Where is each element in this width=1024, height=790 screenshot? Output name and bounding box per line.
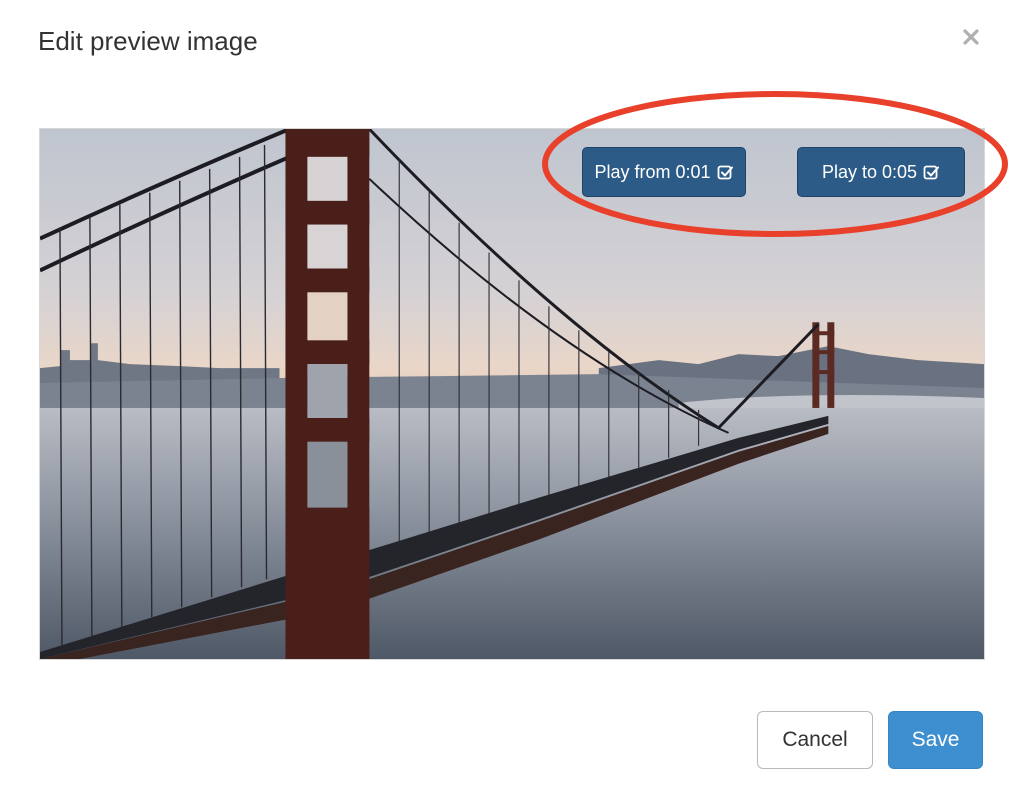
- play-from-label: Play from 0:01: [594, 161, 711, 182]
- close-button[interactable]: [958, 24, 984, 50]
- save-button[interactable]: Save: [888, 711, 983, 769]
- cancel-button[interactable]: Cancel: [757, 711, 873, 769]
- check-square-icon: [923, 165, 940, 179]
- check-square-icon: [717, 165, 733, 179]
- play-to-button[interactable]: Play to 0:05: [797, 147, 965, 197]
- bridge-photo: [40, 129, 984, 659]
- dialog-title: Edit preview image: [38, 26, 258, 56]
- close-icon: [963, 29, 979, 45]
- play-to-label: Play to 0:05: [821, 161, 918, 182]
- preview-image: Play from 0:01 Play to 0:05: [39, 128, 985, 660]
- play-from-button[interactable]: Play from 0:01: [582, 147, 746, 197]
